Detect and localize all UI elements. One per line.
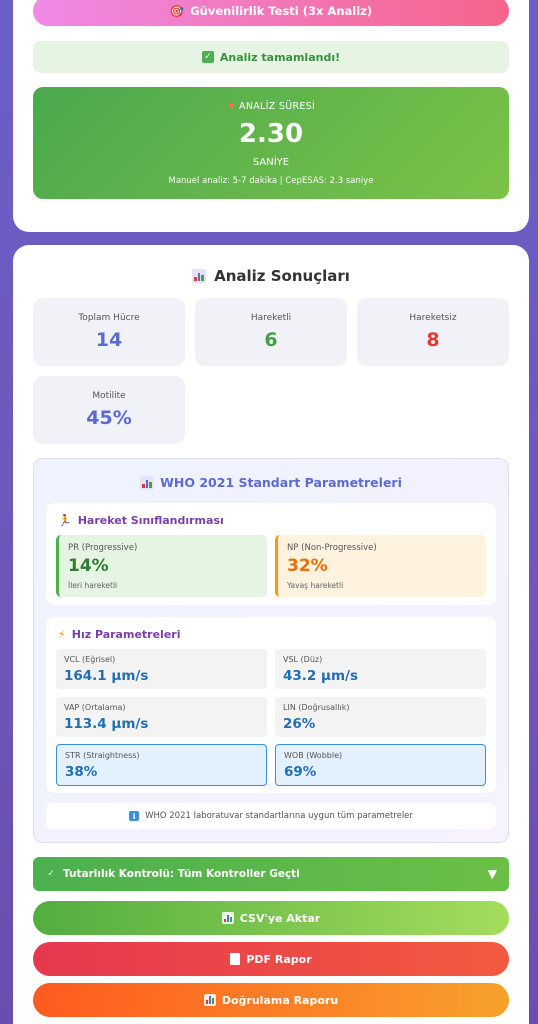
who-parameters-panel: WHO 2021 Standart Parametreleri 🏃 Hareke… [33, 458, 509, 843]
consistency-label: Tutarlılık Kontrolü: Tüm Kontroller Geçt… [63, 868, 300, 880]
lin-card: LIN (Doğrusallık) 26% [275, 697, 486, 737]
who-title: WHO 2021 Standart Parametreleri [34, 475, 508, 490]
speed-parameters-panel: ⚡ Hız Parametreleri VCL (Eğrisel) 164.1 … [46, 617, 496, 793]
stat-immotile: Hareketsiz 8 [357, 298, 509, 366]
fire-icon: ♦ [226, 101, 236, 112]
str-card: STR (Straightness) 38% [56, 744, 267, 786]
movement-title: 🏃 Hareket Sınıflandırması [58, 514, 224, 527]
reliability-test-label: Güvenilirlik Testi (3x Analiz) [190, 4, 373, 18]
success-alert: ✓ Analiz tamamlandı! [33, 41, 509, 73]
wob-card: WOB (Wobble) 69% [275, 744, 486, 786]
duration-unit: SANİYE [252, 157, 290, 168]
movement-classification-panel: 🏃 Hareket Sınıflandırması PR (Progressiv… [46, 503, 496, 605]
vsl-card: VSL (Düz) 43.2 μm/s [275, 649, 486, 689]
analysis-duration-panel: ♦ ANALİZ SÜRESİ 2.30 SANİYE Manuel anali… [33, 87, 509, 199]
duration-note: Manuel analiz: 5-7 dakika | CepESAS: 2.3… [168, 176, 374, 186]
bar-chart-icon [140, 475, 155, 490]
document-icon [230, 953, 241, 965]
check-icon: ✓ [45, 868, 57, 880]
consistency-check-toggle[interactable]: ✓ Tutarlılık Kontrolü: Tüm Kontroller Ge… [33, 857, 509, 891]
analysis-timer-card: 🎯 Güvenilirlik Testi (3x Analiz) ✓ Anali… [13, 0, 529, 232]
chevron-down-icon: ▼ [487, 867, 497, 881]
np-card: NP (Non-Progressive) 32% Yavaş hareketli [275, 535, 486, 597]
stat-motility: Motilite 45% [33, 376, 185, 444]
success-message: Analiz tamamlandı! [219, 50, 341, 64]
pdf-report-button[interactable]: PDF Rapor [33, 942, 509, 976]
stat-total-cells: Toplam Hücre 14 [33, 298, 185, 366]
vcl-card: VCL (Eğrisel) 164.1 μm/s [56, 649, 267, 689]
line-chart-icon [203, 994, 216, 1006]
duration-label: ♦ ANALİZ SÜRESİ [226, 101, 316, 112]
reliability-test-button[interactable]: 🎯 Güvenilirlik Testi (3x Analiz) [33, 0, 509, 26]
export-csv-button[interactable]: CSV'ye Aktar [33, 901, 509, 935]
results-title: Analiz Sonuçları [13, 267, 529, 285]
runner-icon: 🏃 [58, 514, 72, 527]
lightning-icon: ⚡ [58, 628, 66, 641]
duration-value: 2.30 [238, 119, 304, 149]
check-icon: ✓ [201, 51, 214, 63]
info-icon: i [129, 811, 140, 821]
validation-report-button[interactable]: Doğrulama Raporu [33, 983, 509, 1017]
target-icon: 🎯 [169, 4, 185, 18]
bar-chart-icon [192, 269, 207, 283]
speed-title: ⚡ Hız Parametreleri [58, 628, 181, 641]
who-info-note: i WHO 2021 laboratuvar standartlarına uy… [46, 803, 496, 829]
bar-chart-icon [221, 912, 234, 924]
analysis-results-card: Analiz Sonuçları Toplam Hücre 14 Hareket… [13, 245, 529, 1024]
pr-card: PR (Progressive) 14% İleri hareketli [56, 535, 267, 597]
stat-motile: Hareketli 6 [195, 298, 347, 366]
vap-card: VAP (Ortalama) 113.4 μm/s [56, 697, 267, 737]
